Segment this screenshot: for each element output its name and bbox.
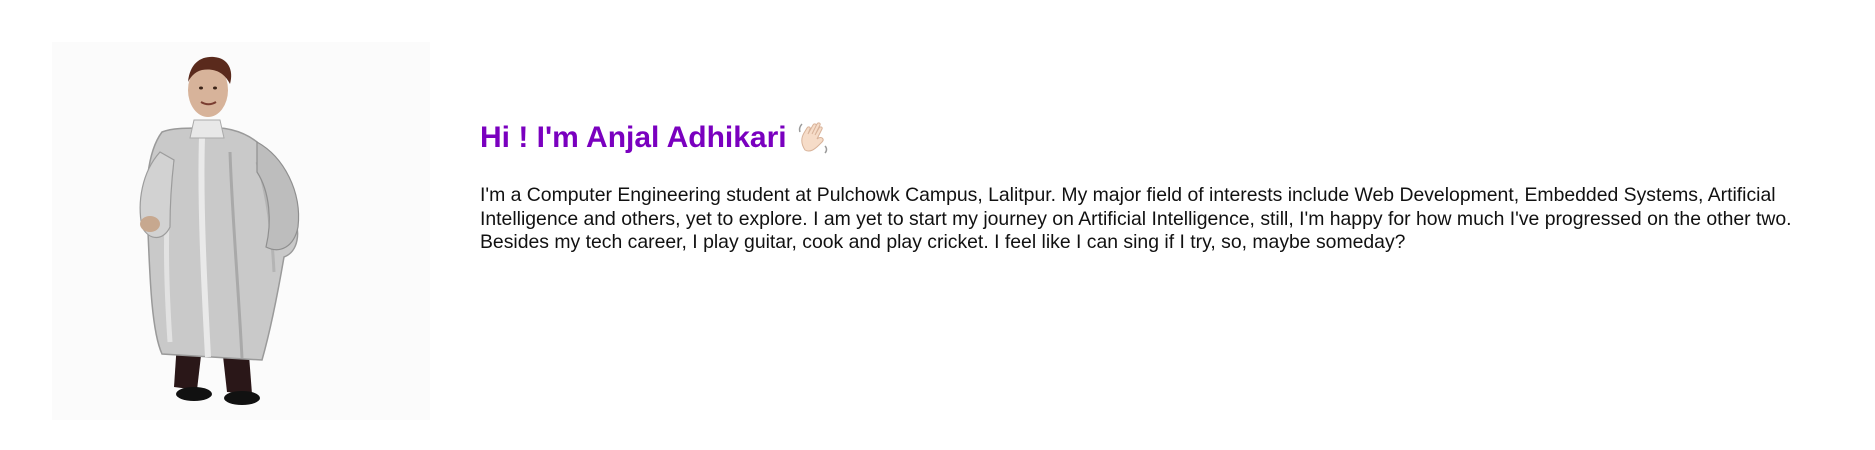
intro-heading: Hi ! I'm Anjal Adhikari	[480, 118, 1850, 158]
intro-content: Hi ! I'm Anjal Adhikari I'm a Computer E…	[480, 118, 1850, 255]
waving-hand-icon	[795, 120, 831, 156]
heading-text: Hi ! I'm Anjal Adhikari	[480, 121, 787, 154]
bio-paragraph: I'm a Computer Engineering student at Pu…	[480, 184, 1792, 253]
profile-figure-illustration	[52, 42, 430, 420]
about-section: Hi ! I'm Anjal Adhikari I'm a Computer E…	[0, 0, 1875, 450]
profile-photo	[52, 42, 430, 420]
